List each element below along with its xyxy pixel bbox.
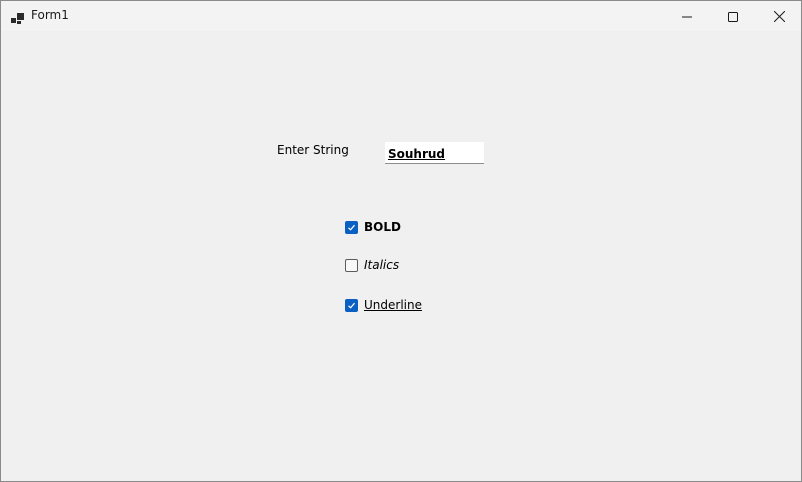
- maximize-icon: [728, 7, 738, 26]
- title-bar[interactable]: Form1: [1, 1, 801, 31]
- bold-checkbox[interactable]: BOLD: [345, 219, 401, 235]
- close-button[interactable]: [756, 1, 801, 31]
- checkbox-unchecked-icon[interactable]: [345, 258, 358, 272]
- main-window: Form1 Enter String Souhrud BOLD Italics …: [0, 0, 802, 482]
- italics-checkbox-label[interactable]: Italics: [364, 258, 399, 272]
- checkbox-checked-icon[interactable]: [345, 298, 358, 312]
- minimize-icon: [682, 7, 692, 26]
- close-icon: [773, 7, 785, 26]
- window-title: Form1: [31, 8, 69, 22]
- maximize-button[interactable]: [710, 1, 756, 31]
- enter-string-label: Enter String: [277, 143, 349, 157]
- underline-checkbox-label[interactable]: Underline: [364, 298, 422, 312]
- checkbox-checked-icon[interactable]: [345, 220, 358, 234]
- minimize-button[interactable]: [664, 1, 710, 31]
- form-client-area: Enter String BOLD Italics Underline: [1, 31, 801, 481]
- string-input[interactable]: [385, 142, 484, 164]
- italics-checkbox[interactable]: Italics: [345, 257, 399, 273]
- underline-checkbox[interactable]: Underline: [345, 297, 422, 313]
- app-form-icon: [11, 10, 24, 24]
- bold-checkbox-label[interactable]: BOLD: [364, 220, 401, 234]
